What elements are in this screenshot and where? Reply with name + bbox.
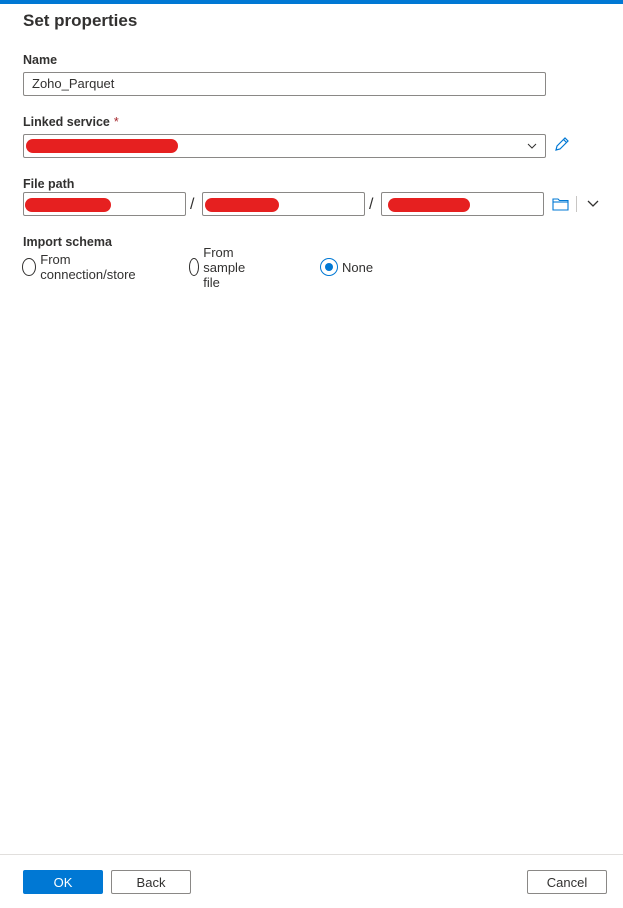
footer-divider <box>0 854 623 855</box>
linked-service-label: Linked service * <box>23 115 119 129</box>
file-path-file-input[interactable] <box>381 192 544 216</box>
radio-label: From sample file <box>203 244 246 290</box>
redacted-file-path-segment-3 <box>388 198 470 212</box>
top-accent-bar <box>0 0 623 4</box>
radio-circle-selected[interactable] <box>320 258 338 276</box>
file-path-label: File path <box>23 177 75 191</box>
required-asterisk: * <box>113 115 119 129</box>
radio-label: None <box>342 259 374 275</box>
toolbar-divider <box>576 196 577 212</box>
redacted-linked-service <box>26 139 178 153</box>
redacted-file-path-segment-1 <box>25 198 111 212</box>
path-separator: / <box>190 196 195 213</box>
cancel-button[interactable]: Cancel <box>527 870 607 894</box>
page-title: Set properties <box>23 11 138 30</box>
expand-chevron-icon[interactable] <box>587 200 599 208</box>
radio-from-sample-file[interactable]: From sample file <box>189 245 253 290</box>
edit-pencil-icon[interactable] <box>553 135 571 153</box>
name-label: Name <box>23 53 58 67</box>
radio-from-connection-store[interactable]: From connection/store <box>22 252 139 282</box>
linked-service-label-text: Linked service <box>23 115 110 129</box>
import-schema-label: Import schema <box>23 235 112 249</box>
back-button[interactable]: Back <box>111 870 191 894</box>
radio-label: From connection/store <box>40 252 136 282</box>
linked-service-dropdown[interactable] <box>23 134 546 158</box>
radio-none[interactable]: None <box>320 257 373 277</box>
name-input[interactable]: Zoho_Parquet <box>23 72 546 96</box>
file-path-directory-input[interactable] <box>202 192 365 216</box>
path-separator: / <box>369 196 374 213</box>
browse-folder-icon[interactable] <box>552 197 569 211</box>
chevron-down-icon <box>527 143 537 149</box>
radio-circle[interactable] <box>22 258 37 276</box>
radio-circle[interactable] <box>189 258 200 276</box>
ok-button[interactable]: OK <box>23 870 103 894</box>
file-path-container-input[interactable] <box>23 192 186 216</box>
redacted-file-path-segment-2 <box>205 198 279 212</box>
